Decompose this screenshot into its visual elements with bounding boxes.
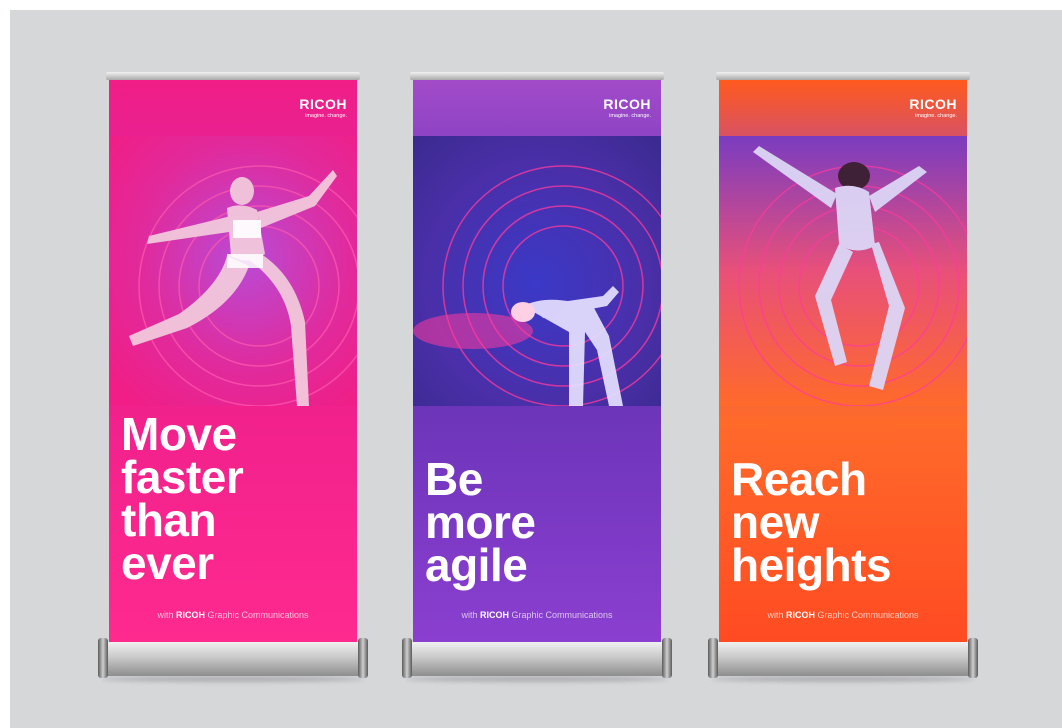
- headline-line: new: [731, 496, 819, 548]
- ricoh-logo: RICOH imagine. change.: [909, 96, 957, 119]
- headline-line: heights: [731, 539, 892, 591]
- headline-line: agile: [425, 539, 528, 591]
- headline-line: than: [121, 494, 217, 546]
- logo-tagline: imagine. change.: [609, 113, 651, 119]
- logo-tagline: imagine. change.: [915, 113, 957, 119]
- footer-with: with: [461, 610, 478, 620]
- logo-name: RICOH: [299, 96, 347, 112]
- headline: Reach new heights: [731, 453, 892, 591]
- stand-foot-right: [662, 638, 672, 678]
- runner-photo: [109, 136, 357, 406]
- logo-tagline: imagine. change.: [305, 113, 347, 119]
- banner-footer: with RICOH Graphic Communications: [413, 610, 661, 620]
- headline-line: Be: [425, 453, 483, 505]
- ricoh-logo: RICOH imagine. change.: [603, 96, 651, 119]
- headline: Move faster than ever: [121, 408, 244, 589]
- headline-line: more: [425, 496, 536, 548]
- banner-footer: with RICOH Graphic Communications: [719, 610, 967, 620]
- jumper-photo: [719, 136, 967, 406]
- headline-line: Reach: [731, 453, 867, 505]
- banner-poster: RICOH imagine. change.: [109, 80, 357, 648]
- banner-shadow: [406, 676, 668, 682]
- footer-brand: RICOH: [175, 610, 205, 620]
- footer-with: with: [157, 610, 174, 620]
- headline: Be more agile: [425, 453, 536, 591]
- banner-base: [404, 642, 670, 676]
- logo-name: RICOH: [603, 96, 651, 112]
- banner-shadow: [102, 676, 364, 682]
- banner-poster: RICOH imagine. change.: [719, 80, 967, 648]
- stand-foot-left: [708, 638, 718, 678]
- footer-brand: RICOH: [785, 610, 815, 620]
- stand-foot-left: [98, 638, 108, 678]
- footer-brand: RICOH: [479, 610, 509, 620]
- ricoh-logo: RICOH imagine. change.: [299, 96, 347, 119]
- backdrop: RICOH imagine. change. Move faster than …: [10, 10, 1062, 728]
- footer-with: with: [767, 610, 784, 620]
- headline-line: ever: [121, 537, 214, 589]
- roll-up-banner-3: RICOH imagine. change. Reach new heights…: [708, 72, 978, 684]
- roll-up-banner-2: RICOH imagine. change. Be more agile wit…: [402, 72, 672, 684]
- stand-foot-right: [358, 638, 368, 678]
- top-rail: [106, 72, 360, 80]
- banner-base: [100, 642, 366, 676]
- banner-base: [710, 642, 976, 676]
- dancer-photo: [413, 136, 661, 406]
- top-rail: [716, 72, 970, 80]
- footer-text: Graphic Communications: [817, 610, 919, 620]
- top-rail: [410, 72, 664, 80]
- stand-foot-right: [968, 638, 978, 678]
- footer-text: Graphic Communications: [207, 610, 309, 620]
- headline-line: Move: [121, 408, 237, 460]
- logo-name: RICOH: [909, 96, 957, 112]
- banner-shadow: [712, 676, 974, 682]
- roll-up-banner-1: RICOH imagine. change. Move faster than …: [98, 72, 368, 684]
- headline-line: faster: [121, 451, 244, 503]
- stand-foot-left: [402, 638, 412, 678]
- footer-text: Graphic Communications: [511, 610, 613, 620]
- banner-poster: RICOH imagine. change.: [413, 80, 661, 648]
- banner-footer: with RICOH Graphic Communications: [109, 610, 357, 620]
